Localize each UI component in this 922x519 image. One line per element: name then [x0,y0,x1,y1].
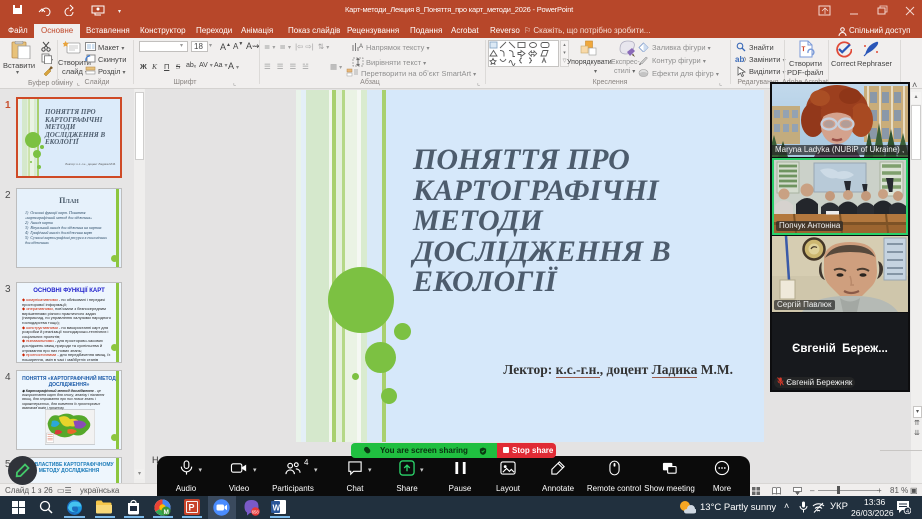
svg-text:A: A [359,44,363,50]
svg-text:𝐓: 𝐓 [802,46,806,53]
svg-text:4: 4 [906,509,909,514]
svg-text:▾: ▾ [52,58,53,64]
svg-text:658: 658 [252,510,260,515]
svg-text:ab: ab [735,55,744,64]
svg-text:P: P [189,503,195,513]
svg-text:M: M [164,509,169,516]
svg-text:▾: ▾ [118,9,121,15]
svg-text:W: W [273,504,281,513]
